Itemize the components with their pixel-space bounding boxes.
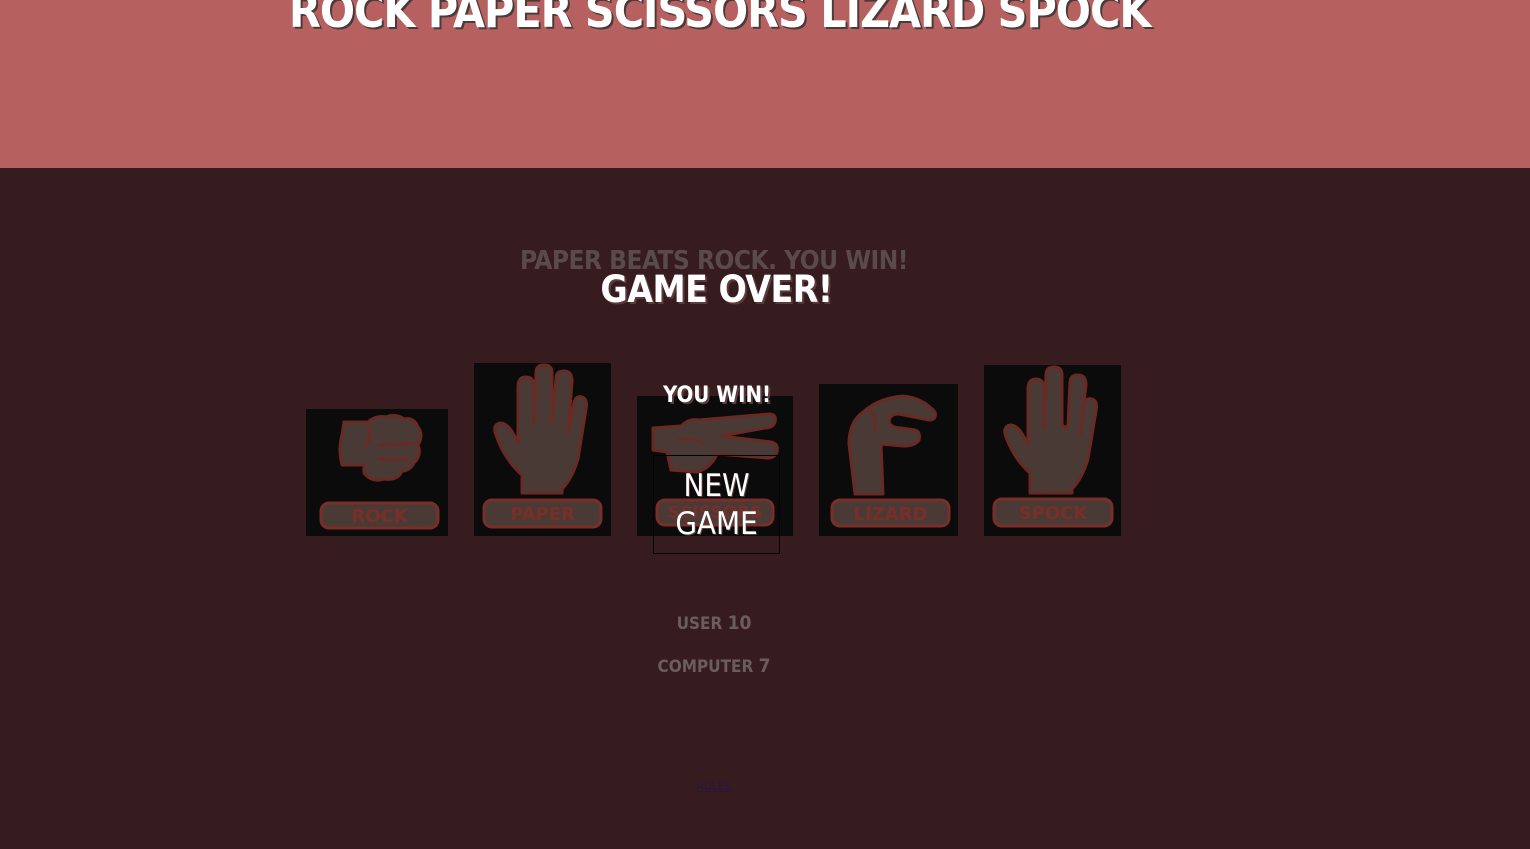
computer-score: COMPUTER 7 xyxy=(0,655,1428,677)
choice-label: ROCK xyxy=(351,506,408,527)
game-outcome-message: YOU WIN! xyxy=(662,383,772,408)
new-game-button[interactable]: NEW GAME xyxy=(653,455,780,554)
choice-label: PAPER xyxy=(510,504,575,525)
user-score-value: 10 xyxy=(727,612,752,634)
header-bar: ROCK PAPER SCISSORS LIZARD SPOCK xyxy=(0,0,1530,168)
rules-link[interactable]: RULES xyxy=(0,780,1428,793)
new-game-label: NEW GAME xyxy=(675,467,758,542)
choice-label: SPOCK xyxy=(1019,503,1089,524)
user-score-label: USER xyxy=(676,614,723,634)
computer-score-label: COMPUTER xyxy=(657,657,754,677)
choice-rock[interactable]: ROCK xyxy=(306,409,448,536)
choice-label: LIZARD xyxy=(854,504,928,525)
game-over-title: GAME OVER! xyxy=(600,268,833,311)
computer-score-value: 7 xyxy=(758,655,771,677)
user-score: USER 10 xyxy=(0,612,1428,634)
game-title: ROCK PAPER SCISSORS LIZARD SPOCK xyxy=(289,0,1151,38)
fist-icon: ROCK xyxy=(319,413,440,530)
